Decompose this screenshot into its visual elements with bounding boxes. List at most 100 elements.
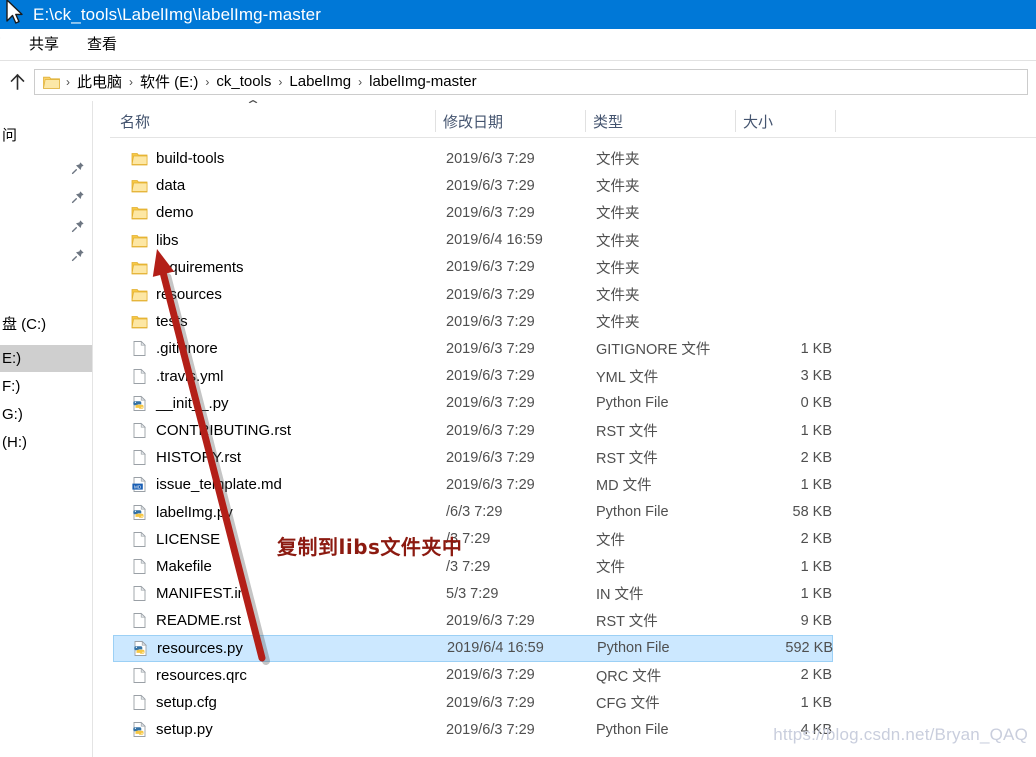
- cell-date: /3 7:29: [446, 558, 491, 575]
- breadcrumb[interactable]: › 此电脑 › 软件 (E:) › ck_tools › LabelImg › …: [34, 68, 1028, 95]
- cell-name[interactable]: __init__.py: [131, 395, 229, 412]
- nav-item-4[interactable]: [0, 243, 92, 270]
- cell-type: Python File: [596, 504, 669, 521]
- generic-file-icon: [131, 340, 148, 357]
- tab-home[interactable]: 页: [0, 29, 15, 61]
- cell-name[interactable]: tests: [131, 313, 188, 330]
- table-row[interactable]: CONTRIBUTING.rst 2019/6/3 7:29 RST 文件 1 KB: [113, 417, 833, 444]
- column-divider[interactable]: [835, 110, 836, 132]
- table-row[interactable]: build-tools 2019/6/3 7:29 文件夹: [113, 145, 833, 172]
- table-row[interactable]: data 2019/6/3 7:29 文件夹: [113, 172, 833, 199]
- cell-name[interactable]: README.rst: [131, 612, 241, 629]
- cell-name[interactable]: setup.py: [131, 721, 213, 738]
- cell-name[interactable]: HISTORY.rst: [131, 449, 241, 466]
- cell-name[interactable]: LICENSE: [131, 531, 220, 548]
- cell-name[interactable]: .gitignore: [131, 340, 218, 357]
- mouse-pointer-icon: [6, 0, 23, 24]
- nav-item-9[interactable]: (H:): [0, 429, 92, 456]
- file-name-label: .gitignore: [156, 340, 218, 358]
- table-row[interactable]: demo 2019/6/3 7:29 文件夹: [113, 199, 833, 226]
- nav-item-1[interactable]: [0, 156, 92, 183]
- nav-item-2[interactable]: [0, 185, 92, 212]
- pin-icon[interactable]: [71, 248, 85, 266]
- breadcrumb-item-drive-e[interactable]: 软件 (E:): [135, 71, 203, 92]
- cell-name[interactable]: data: [131, 177, 185, 194]
- cell-date: 2019/6/3 7:29: [446, 422, 535, 439]
- table-row[interactable]: README.rst 2019/6/3 7:29 RST 文件 9 KB: [113, 607, 833, 634]
- annotation-label: 复制到libs文件夹中: [277, 535, 463, 559]
- cell-type: Python File: [597, 640, 670, 657]
- column-divider[interactable]: [585, 110, 586, 132]
- cell-name[interactable]: libs: [131, 232, 179, 249]
- arrow-up-icon[interactable]: [0, 67, 34, 97]
- cell-name[interactable]: build-tools: [131, 150, 224, 167]
- table-row[interactable]: MANIFEST.in 5/3 7:29 IN 文件 1 KB: [113, 580, 833, 607]
- cell-size: 1 KB: [800, 422, 832, 439]
- cell-date: 2019/6/3 7:29: [446, 694, 535, 711]
- cell-name[interactable]: resources.py: [132, 640, 243, 657]
- cell-date: /6/3 7:29: [446, 504, 503, 521]
- breadcrumb-item-this-pc[interactable]: 此电脑: [72, 71, 127, 92]
- cell-name[interactable]: CONTRIBUTING.rst: [131, 422, 291, 439]
- cell-type: IN 文件: [596, 587, 644, 604]
- cell-size: 58 KB: [792, 504, 833, 521]
- table-row[interactable]: setup.cfg 2019/6/3 7:29 CFG 文件 1 KB: [113, 689, 833, 716]
- table-row[interactable]: requirements 2019/6/3 7:29 文件夹: [113, 254, 833, 281]
- table-row[interactable]: setup.py 2019/6/3 7:29 Python File 4 KB: [113, 716, 833, 743]
- table-row[interactable]: tests 2019/6/3 7:29 文件夹: [113, 308, 833, 335]
- table-row[interactable]: labelImg.py/6/3 7:29 Python File 58 KB: [113, 499, 833, 526]
- nav-item-5[interactable]: 盘 (C:): [0, 310, 92, 337]
- breadcrumb-item-labelimg-master[interactable]: labelImg-master: [364, 73, 482, 90]
- column-header-type[interactable]: 类型: [593, 104, 623, 138]
- cell-name[interactable]: MD issue_template.md: [131, 476, 282, 493]
- nav-item-3[interactable]: [0, 214, 92, 241]
- column-header-name[interactable]: 名称: [120, 104, 150, 138]
- cell-name[interactable]: demo: [131, 204, 194, 221]
- table-row[interactable]: libs 2019/6/4 16:59 文件夹: [113, 227, 833, 254]
- pin-icon[interactable]: [71, 219, 85, 237]
- cell-name[interactable]: .travis.yml: [131, 368, 224, 385]
- breadcrumb-item-ck-tools[interactable]: ck_tools: [211, 73, 276, 90]
- file-name-label: LICENSE: [156, 530, 221, 548]
- python-file-icon: [132, 640, 149, 657]
- table-row[interactable]: LICENSE/3 7:29 文件 2 KB: [113, 526, 833, 553]
- cell-name[interactable]: requirements: [131, 259, 244, 276]
- cell-date: 2019/6/3 7:29: [446, 721, 535, 738]
- table-row[interactable]: MD issue_template.md 2019/6/3 7:29 MD 文件 1 K…: [113, 471, 833, 498]
- nav-item-label: 盘 (C:): [2, 316, 47, 333]
- table-row[interactable]: resources.py 2019/6/4 16:59 Python File 592…: [113, 634, 833, 662]
- nav-item-8[interactable]: G:): [0, 401, 92, 428]
- nav-item-0[interactable]: 问: [0, 121, 92, 148]
- file-name-label: README.rst: [156, 612, 242, 630]
- pin-icon[interactable]: [71, 161, 85, 179]
- pin-icon[interactable]: [71, 190, 85, 208]
- table-row[interactable]: .gitignore 2019/6/3 7:29 GITIGNORE 文件 1 KB: [113, 335, 833, 362]
- tab-view[interactable]: 查看: [73, 29, 131, 61]
- cell-type: 文件夹: [596, 206, 640, 223]
- cell-name[interactable]: labelImg.py: [131, 504, 233, 521]
- tab-share[interactable]: 共享: [15, 29, 73, 61]
- cell-size: 1 KB: [800, 694, 832, 711]
- breadcrumb-item-labelimg[interactable]: LabelImg: [284, 73, 356, 90]
- table-row[interactable]: __init__.py 2019/6/3 7:29 Python File 0 KB: [113, 390, 833, 417]
- table-row[interactable]: Makefile/3 7:29 文件 1 KB: [113, 553, 833, 580]
- column-header-size[interactable]: 大小: [743, 104, 773, 138]
- column-divider[interactable]: [735, 110, 736, 132]
- cell-name[interactable]: resources.qrc: [131, 667, 247, 684]
- table-row[interactable]: resources.qrc 2019/6/3 7:29 QRC 文件 2 KB: [113, 662, 833, 689]
- file-name-label: libs: [156, 231, 179, 249]
- cell-name[interactable]: setup.cfg: [131, 694, 217, 711]
- cell-name[interactable]: MANIFEST.in: [131, 585, 246, 602]
- table-row[interactable]: HISTORY.rst 2019/6/3 7:29 RST 文件 2 KB: [113, 444, 833, 471]
- nav-item-7[interactable]: F:): [0, 373, 92, 400]
- nav-item-label: G:): [2, 406, 23, 423]
- table-row[interactable]: resources 2019/6/3 7:29 文件夹: [113, 281, 833, 308]
- column-divider[interactable]: [435, 110, 436, 132]
- navigation-pane: 问盘 (C:) E:) F:) G:) (H:): [0, 101, 93, 757]
- cell-name[interactable]: Makefile: [131, 558, 212, 575]
- nav-item-6[interactable]: E:): [0, 345, 92, 372]
- cell-name[interactable]: resources: [131, 286, 222, 303]
- cell-date: 2019/6/3 7:29: [446, 313, 535, 330]
- table-row[interactable]: .travis.yml 2019/6/3 7:29 YML 文件 3 KB: [113, 363, 833, 390]
- column-header-date[interactable]: 修改日期: [443, 104, 503, 138]
